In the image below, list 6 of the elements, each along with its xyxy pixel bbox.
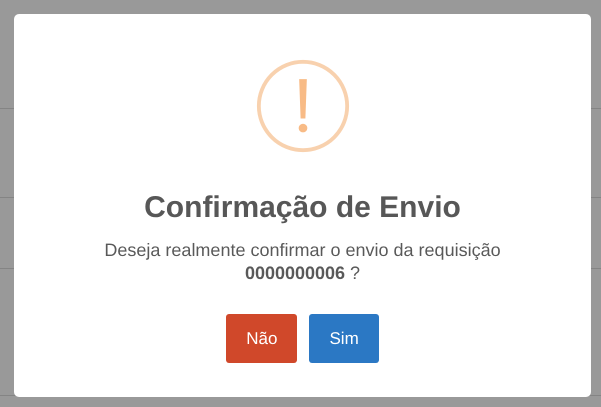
dialog-message: Deseja realmente confirmar o envio da requisição xyxy=(104,239,501,262)
request-number: 0000000006 ? xyxy=(244,262,360,285)
yes-button[interactable]: Sim xyxy=(309,314,379,363)
warning-icon xyxy=(254,58,350,154)
dialog-title: Confirmação de Envio xyxy=(144,191,461,225)
no-button[interactable]: Não xyxy=(226,314,298,363)
